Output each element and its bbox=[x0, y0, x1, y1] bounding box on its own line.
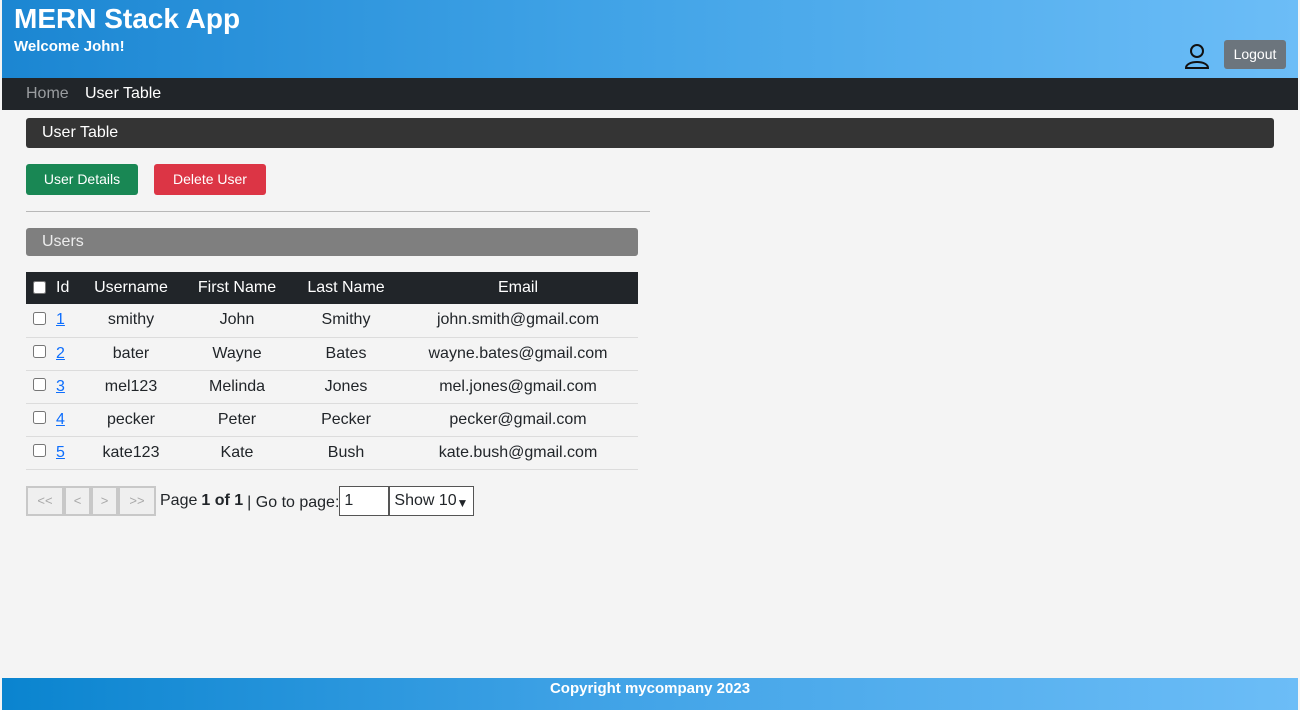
table-row: 1 smithy John Smithy john.smith@gmail.co… bbox=[26, 304, 638, 338]
last-name-cell: Smithy bbox=[294, 304, 398, 338]
row-select-cell bbox=[26, 304, 52, 338]
email-cell: john.smith@gmail.com bbox=[398, 304, 638, 338]
row-checkbox[interactable] bbox=[32, 377, 46, 391]
column-header-username[interactable]: Username bbox=[82, 272, 180, 304]
row-checkbox[interactable] bbox=[32, 311, 46, 325]
row-select-cell bbox=[26, 370, 52, 404]
row-select-cell bbox=[26, 337, 52, 371]
table-row: 4 pecker Peter Pecker pecker@gmail.com bbox=[26, 403, 638, 437]
column-header-last-name[interactable]: Last Name bbox=[294, 272, 398, 304]
chevron-down-icon: ▼ bbox=[456, 496, 469, 510]
table-header-row: Id Username First Name Last Name Email bbox=[26, 272, 638, 304]
user-id-link[interactable]: 1 bbox=[56, 311, 65, 328]
pagination: << < > >> Page 1 of 1 | Go to page: 1 Sh… bbox=[26, 486, 475, 516]
email-cell: kate.bush@gmail.com bbox=[398, 436, 638, 470]
username-cell: mel123 bbox=[82, 370, 180, 404]
id-cell: 2 bbox=[52, 337, 82, 371]
email-cell: mel.jones@gmail.com bbox=[398, 370, 638, 404]
table-row: 2 bater Wayne Bates wayne.bates@gmail.co… bbox=[26, 337, 638, 371]
last-name-cell: Bates bbox=[294, 337, 398, 371]
row-select-cell bbox=[26, 436, 52, 470]
first-name-cell: Melinda bbox=[180, 370, 294, 404]
column-header-first-name[interactable]: First Name bbox=[180, 272, 294, 304]
username-cell: kate123 bbox=[82, 436, 180, 470]
id-cell: 4 bbox=[52, 403, 82, 437]
app-title: MERN Stack App bbox=[14, 3, 241, 34]
next-page-button[interactable]: > bbox=[91, 486, 118, 516]
row-checkbox[interactable] bbox=[32, 344, 46, 358]
previous-page-button[interactable]: < bbox=[64, 486, 91, 516]
welcome-text: Welcome John! bbox=[14, 38, 125, 55]
username-cell: pecker bbox=[82, 403, 180, 437]
user-id-link[interactable]: 3 bbox=[56, 378, 65, 395]
id-cell: 1 bbox=[52, 304, 82, 338]
page-indicator: 1 of 1 bbox=[201, 492, 244, 509]
select-all-cell bbox=[26, 272, 52, 304]
page-size-select[interactable]: Show 10 ▼ bbox=[389, 486, 475, 516]
row-checkbox[interactable] bbox=[32, 410, 46, 424]
email-cell: pecker@gmail.com bbox=[398, 403, 638, 437]
column-header-id[interactable]: Id bbox=[52, 272, 82, 304]
last-page-button[interactable]: >> bbox=[118, 486, 156, 516]
go-to-page-input[interactable]: 1 bbox=[339, 486, 390, 516]
users-panel-title: Users bbox=[26, 228, 638, 256]
row-select-cell bbox=[26, 403, 52, 437]
delete-user-button[interactable]: Delete User bbox=[154, 164, 266, 195]
page-size-value: Show 10 bbox=[394, 492, 457, 509]
user-icon[interactable] bbox=[1182, 42, 1212, 70]
table-row: 3 mel123 Melinda Jones mel.jones@gmail.c… bbox=[26, 370, 638, 404]
user-id-link[interactable]: 5 bbox=[56, 444, 65, 461]
footer: Copyright mycompany 2023 bbox=[2, 678, 1298, 710]
column-header-email[interactable]: Email bbox=[398, 272, 638, 304]
first-page-button[interactable]: << bbox=[26, 486, 64, 516]
first-name-cell: John bbox=[180, 304, 294, 338]
user-id-link[interactable]: 2 bbox=[56, 345, 65, 362]
first-name-cell: Peter bbox=[180, 403, 294, 437]
last-name-cell: Pecker bbox=[294, 403, 398, 437]
row-checkbox[interactable] bbox=[32, 443, 46, 457]
id-cell: 5 bbox=[52, 436, 82, 470]
top-nav: Home User Table bbox=[2, 78, 1298, 110]
go-to-page-label: | Go to page: bbox=[247, 494, 340, 511]
first-name-cell: Kate bbox=[180, 436, 294, 470]
logout-button[interactable]: Logout bbox=[1224, 40, 1286, 69]
section-title-bar: User Table bbox=[26, 118, 1274, 148]
select-all-checkbox[interactable] bbox=[32, 281, 46, 295]
nav-user-table-link[interactable]: User Table bbox=[85, 85, 161, 103]
user-details-button[interactable]: User Details bbox=[26, 164, 138, 195]
first-name-cell: Wayne bbox=[180, 337, 294, 371]
app-header: MERN Stack App Welcome John! Logout bbox=[2, 0, 1298, 78]
page-prefix: Page bbox=[160, 492, 198, 509]
id-cell: 3 bbox=[52, 370, 82, 404]
user-id-link[interactable]: 4 bbox=[56, 411, 65, 428]
username-cell: bater bbox=[82, 337, 180, 371]
table-row: 5 kate123 Kate Bush kate.bush@gmail.com bbox=[26, 436, 638, 470]
last-name-cell: Bush bbox=[294, 436, 398, 470]
email-cell: wayne.bates@gmail.com bbox=[398, 337, 638, 371]
last-name-cell: Jones bbox=[294, 370, 398, 404]
users-table: Id Username First Name Last Name Email 1… bbox=[26, 272, 638, 470]
nav-home-link[interactable]: Home bbox=[26, 85, 69, 103]
divider bbox=[26, 211, 650, 212]
username-cell: smithy bbox=[82, 304, 180, 338]
